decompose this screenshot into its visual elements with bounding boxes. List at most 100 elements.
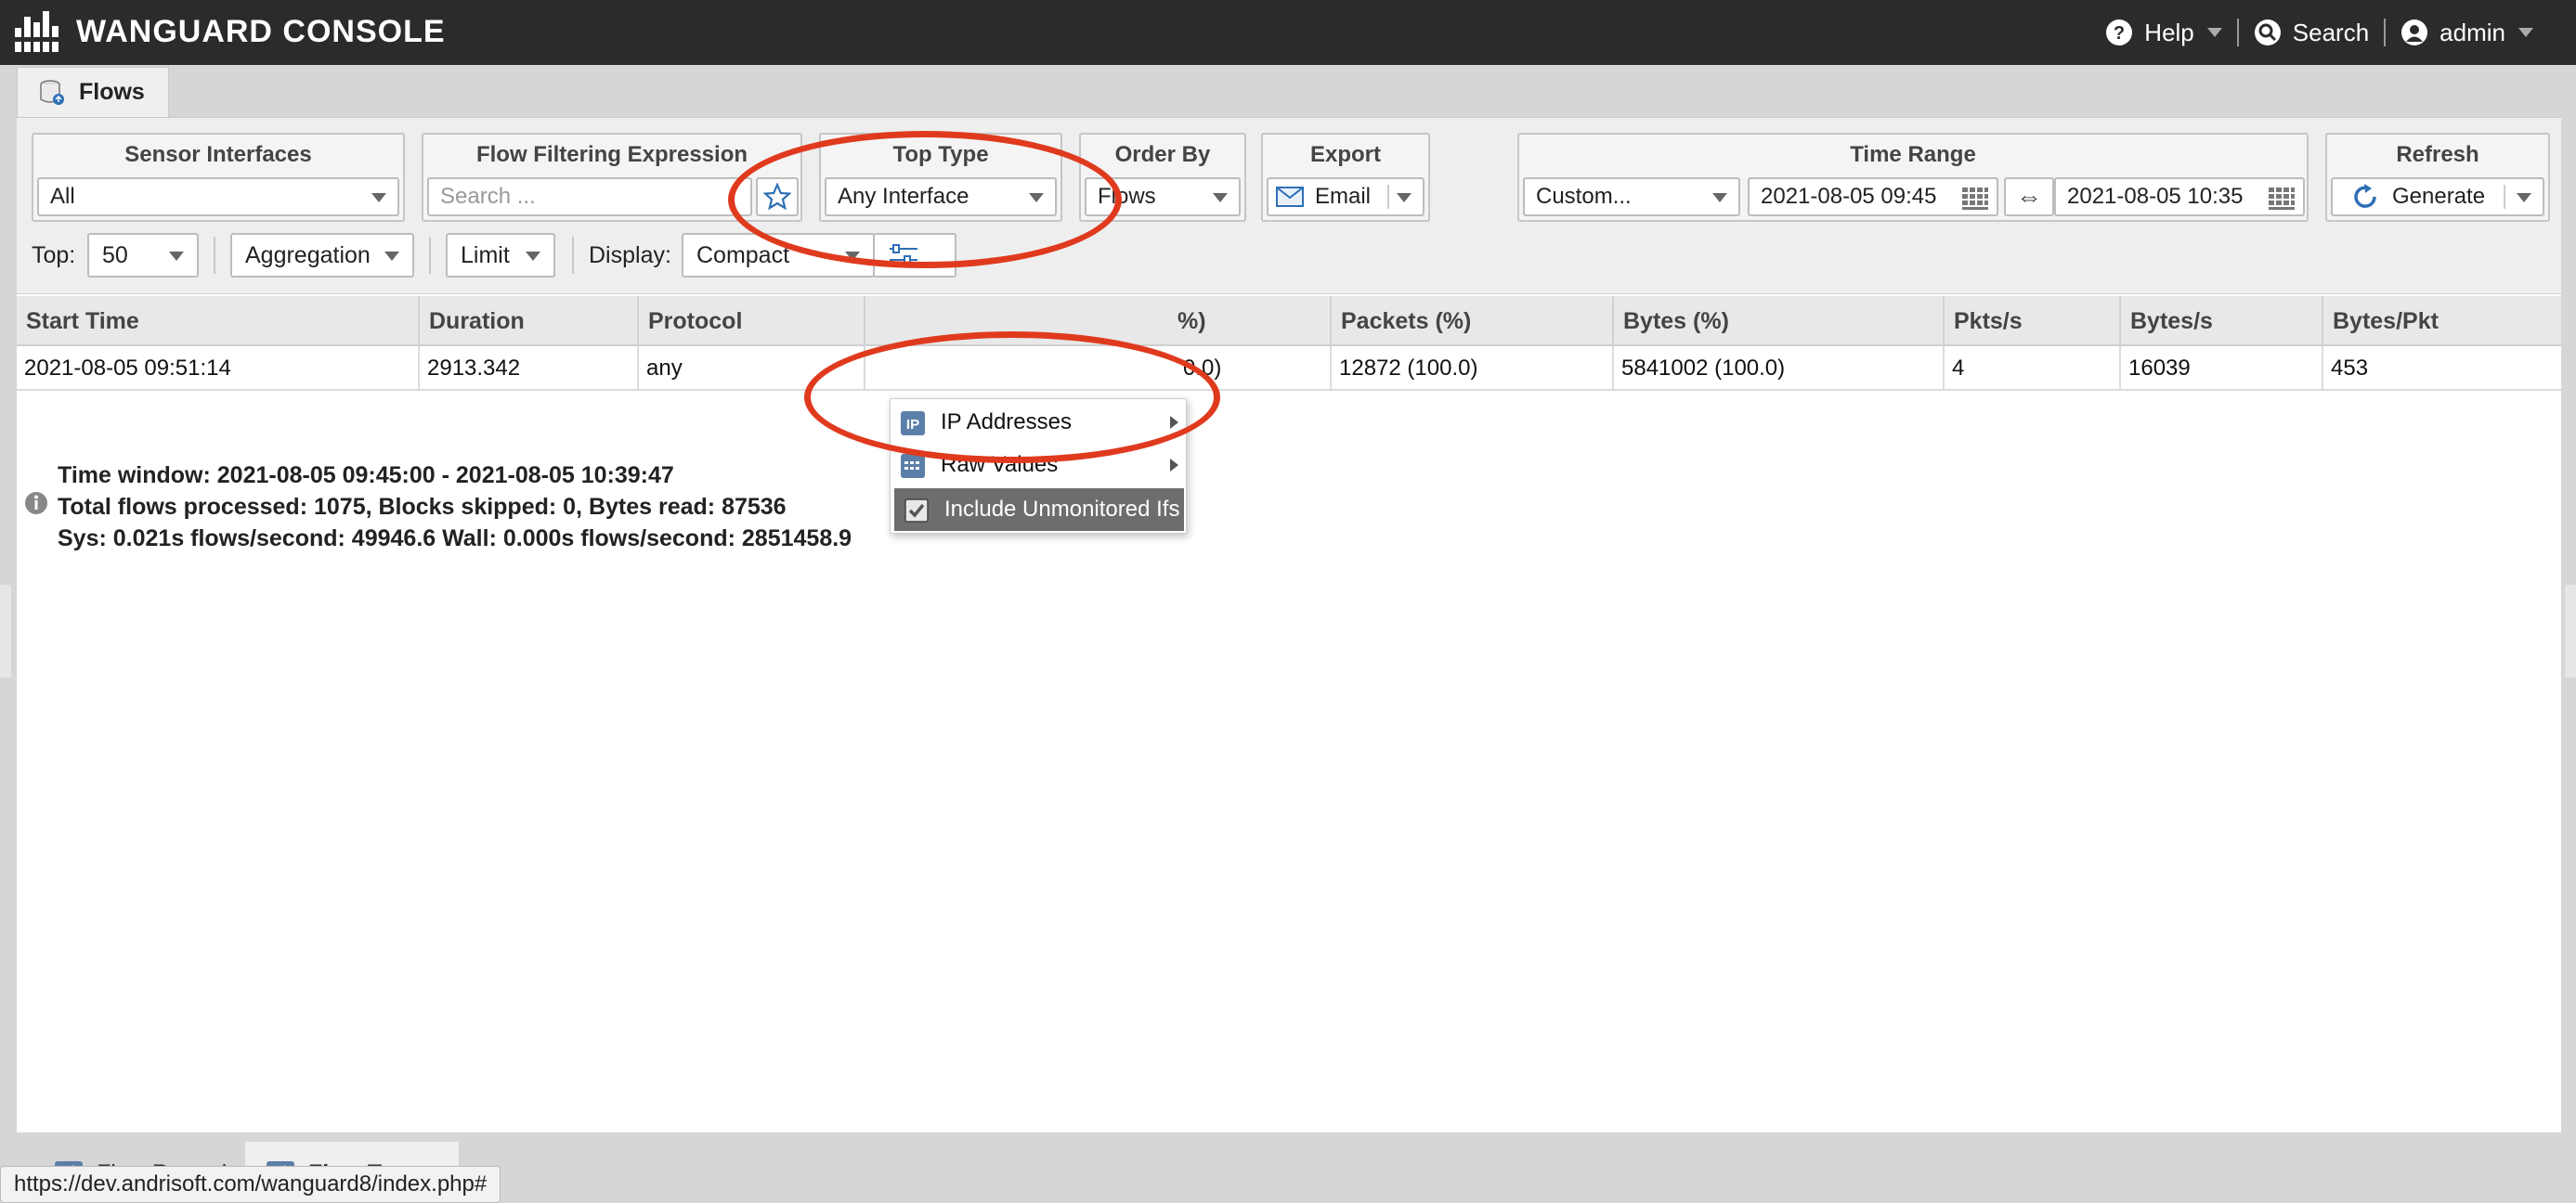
time-range-preset-select[interactable]: Custom... <box>1523 177 1740 216</box>
refresh-group: Refresh Generate <box>2325 133 2550 222</box>
display-mode-select[interactable]: Compact <box>682 233 875 278</box>
search-button[interactable]: Search <box>2239 19 2384 47</box>
cell-start-time: 2021-08-05 09:51:14 <box>17 346 420 391</box>
order-by-value: Flows <box>1098 184 1156 209</box>
checkbox-checked-icon <box>904 498 929 523</box>
left-collapse-handle[interactable] <box>0 585 11 678</box>
display-mode-value: Compact <box>696 241 790 268</box>
menu-item-ip-addresses[interactable]: IP IP Addresses <box>891 401 1188 444</box>
export-group: Export Email <box>1261 133 1430 222</box>
user-avatar-icon <box>2401 19 2428 45</box>
generate-label: Generate <box>2392 184 2486 209</box>
chevron-down-icon <box>1029 193 1044 202</box>
menu-item-raw-values[interactable]: Raw Values <box>891 444 1188 486</box>
top-count-select[interactable]: 50 <box>87 233 199 278</box>
column-header-start-time[interactable]: Start Time <box>17 296 420 346</box>
wanguard-logo-icon <box>13 11 59 52</box>
chevron-down-icon <box>1213 193 1228 202</box>
order-by-select[interactable]: Flows <box>1085 177 1241 216</box>
column-header-pkts-s[interactable]: Pkts/s <box>1945 296 2121 346</box>
email-icon <box>1276 187 1304 207</box>
split-divider <box>1387 185 1389 209</box>
cell-packets: 12872 (100.0) <box>1332 346 1614 391</box>
help-label: Help <box>2144 18 2194 46</box>
favorite-filter-button[interactable] <box>756 177 799 216</box>
refresh-icon <box>2354 184 2376 208</box>
menu-item-include-unmonitored-ifs[interactable]: Include Unmonitored Ifs <box>894 488 1184 531</box>
sensor-interfaces-group: Sensor Interfaces All <box>32 133 405 222</box>
chevron-down-icon <box>384 252 399 261</box>
star-icon <box>763 183 791 211</box>
search-label: Search <box>2292 18 2370 46</box>
toolbar-divider <box>214 237 215 274</box>
right-collapse-handle[interactable] <box>2565 585 2576 678</box>
time-range-group: Time Range Custom... 2021-08-05 09:45 ⇔ <box>1517 133 2309 222</box>
help-menu[interactable]: ? Help <box>2090 19 2236 47</box>
flows-database-icon <box>40 79 64 105</box>
calendar-icon[interactable] <box>1961 187 1989 211</box>
search-icon <box>2254 19 2281 45</box>
flow-filter-input[interactable]: Search ... <box>427 177 752 216</box>
cell-flows: 0.0) <box>865 346 1332 391</box>
top-nav: ? Help Search admin <box>2090 0 2548 65</box>
user-name: admin <box>2439 18 2505 46</box>
column-header-bytes[interactable]: Bytes (%) <box>1614 296 1945 346</box>
app-title: WANGUARD CONSOLE <box>76 14 446 49</box>
top-type-select[interactable]: Any Interface <box>825 177 1057 216</box>
svg-text:IP: IP <box>906 417 919 433</box>
user-menu[interactable]: admin <box>2386 19 2548 47</box>
column-settings-menu: IP IP Addresses Raw Values Include Unmon… <box>890 398 1187 534</box>
generate-button[interactable]: Generate <box>2331 177 2544 216</box>
sensor-interfaces-select[interactable]: All <box>37 177 399 216</box>
limit-button[interactable]: Limit <box>446 233 555 278</box>
column-header-packets[interactable]: Packets (%) <box>1332 296 1614 346</box>
chevron-down-icon[interactable] <box>2517 193 2531 202</box>
order-by-group: Order By Flows <box>1079 133 1246 222</box>
sensor-interfaces-label: Sensor Interfaces <box>124 142 312 167</box>
toolbar-divider <box>572 237 574 274</box>
stats-performance: Sys: 0.021s flows/second: 49946.6 Wall: … <box>58 525 852 551</box>
top-type-group: Top Type Any Interface <box>819 133 1062 222</box>
time-to-input[interactable]: 2021-08-05 10:35 <box>2054 177 2305 216</box>
cell-bytes-pkt: 453 <box>2331 356 2369 381</box>
cell-bytes-s: 16039 <box>2121 346 2323 391</box>
column-header-protocol[interactable]: Protocol <box>639 296 865 346</box>
column-header-flows[interactable]: %) <box>865 296 1332 346</box>
export-email-button[interactable]: Email <box>1267 177 1425 216</box>
column-header-bytes-pkt[interactable]: Bytes/Pkt <box>2323 296 2561 346</box>
chevron-down-icon[interactable] <box>1397 193 1412 202</box>
browser-status-url: https://dev.andrisoft.com/wanguard8/inde… <box>0 1166 501 1203</box>
aggregation-button[interactable]: Aggregation <box>230 233 414 278</box>
help-icon: ? <box>2106 19 2133 45</box>
export-label: Export <box>1309 142 1381 167</box>
cell-pkts-s: 4 <box>1945 346 2121 391</box>
sliders-icon <box>890 244 917 265</box>
sensor-interfaces-value: All <box>50 184 75 209</box>
menu-item-label: IP Addresses <box>941 409 1072 434</box>
filter-bar: Sensor Interfaces All Flow Filtering Exp… <box>17 118 2561 294</box>
top-type-value: Any Interface <box>838 184 969 209</box>
export-value: Email <box>1315 184 1372 209</box>
top-count-label: Top: <box>32 242 76 268</box>
chevron-down-icon <box>845 252 860 261</box>
table-row[interactable]: 2021-08-05 09:51:14 2913.342 any 0.0) 12… <box>17 346 2561 391</box>
chevron-down-icon <box>2206 28 2222 37</box>
stats-time-window: Time window: 2021-08-05 09:45:00 - 2021-… <box>58 462 674 488</box>
calendar-icon[interactable] <box>2268 187 2296 211</box>
menu-item-label: Raw Values <box>941 452 1059 477</box>
column-settings-button[interactable] <box>873 233 956 278</box>
top-bar: WANGUARD CONSOLE ? Help Search admin <box>0 0 2576 65</box>
flow-filter-placeholder: Search ... <box>440 184 536 209</box>
info-icon <box>25 492 47 514</box>
flow-filter-label: Flow Filtering Expression <box>475 142 748 167</box>
tab-strip: Flows <box>17 65 2561 117</box>
column-header-duration[interactable]: Duration <box>420 296 639 346</box>
swap-time-button[interactable]: ⇔ <box>2004 177 2054 216</box>
swap-arrows-icon: ⇔ <box>2016 182 2042 211</box>
column-header-bytes-s[interactable]: Bytes/s <box>2121 296 2323 346</box>
time-from-input[interactable]: 2021-08-05 09:45 <box>1748 177 1998 216</box>
chevron-down-icon <box>2518 28 2533 37</box>
time-from-value: 2021-08-05 09:45 <box>1761 184 1937 209</box>
tab-flows[interactable]: Flows <box>17 67 169 117</box>
split-divider <box>2504 185 2505 209</box>
